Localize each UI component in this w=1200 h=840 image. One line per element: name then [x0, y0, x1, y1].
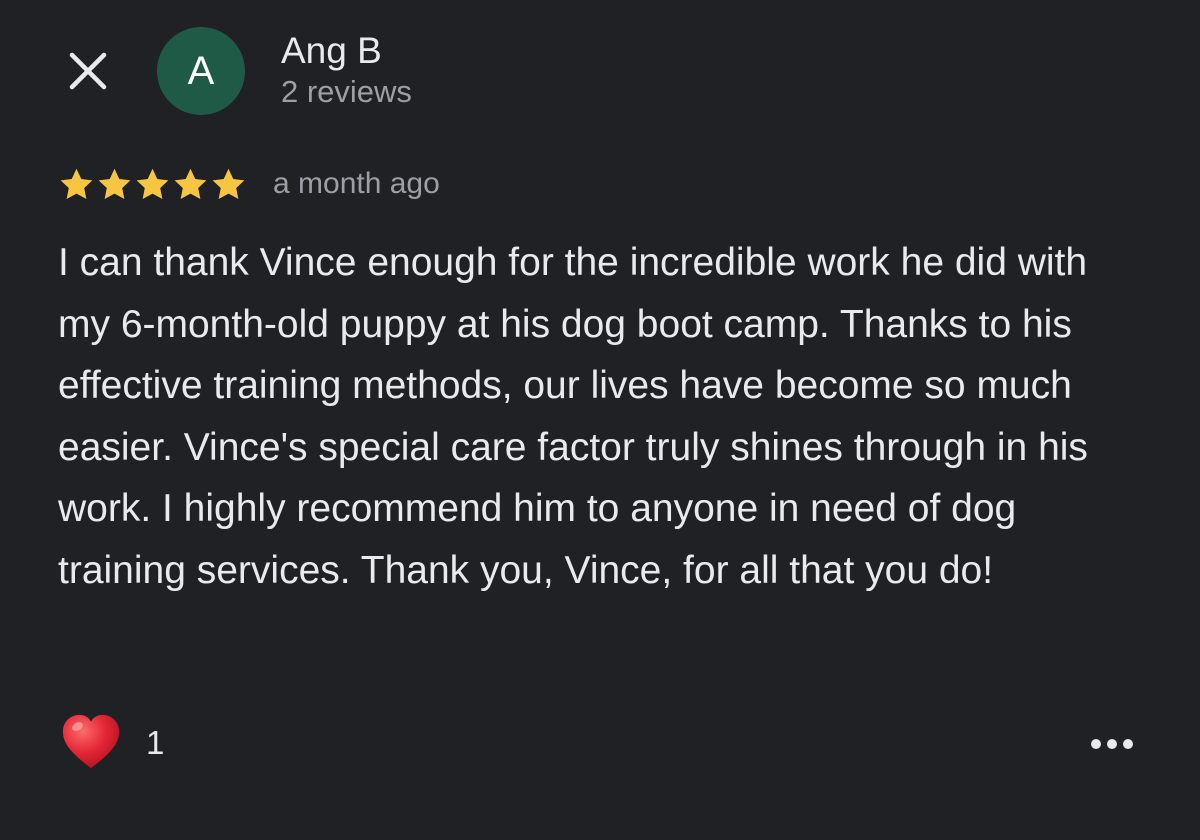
more-horizontal-icon-dot: [1123, 739, 1133, 749]
heart-icon: [62, 714, 120, 769]
review-timestamp: a month ago: [273, 167, 440, 200]
author-name[interactable]: Ang B: [281, 30, 412, 72]
author-review-count: 2 reviews: [281, 74, 412, 109]
more-options-button[interactable]: [1080, 722, 1144, 766]
star-icon: [212, 168, 245, 199]
reaction-count: 1: [146, 724, 165, 761]
star-rating: [58, 166, 247, 203]
review-detail: A Ang B 2 reviews a month ago I can than…: [0, 0, 1200, 840]
review-meta: a month ago: [58, 162, 440, 206]
close-icon: [69, 52, 107, 90]
more-horizontal-icon: [1091, 739, 1101, 749]
star-icon: [174, 168, 207, 199]
avatar[interactable]: A: [157, 27, 245, 115]
avatar-letter: A: [187, 48, 215, 93]
like-button[interactable]: 1: [60, 712, 164, 774]
star-icon: [60, 168, 93, 199]
author-info[interactable]: Ang B 2 reviews: [281, 30, 412, 112]
review-text: I can thank Vince enough for the incredi…: [58, 241, 1088, 592]
star-icon: [98, 168, 131, 199]
close-button[interactable]: [62, 48, 114, 94]
star-icon: [136, 168, 169, 199]
more-horizontal-icon-dot: [1107, 739, 1117, 749]
